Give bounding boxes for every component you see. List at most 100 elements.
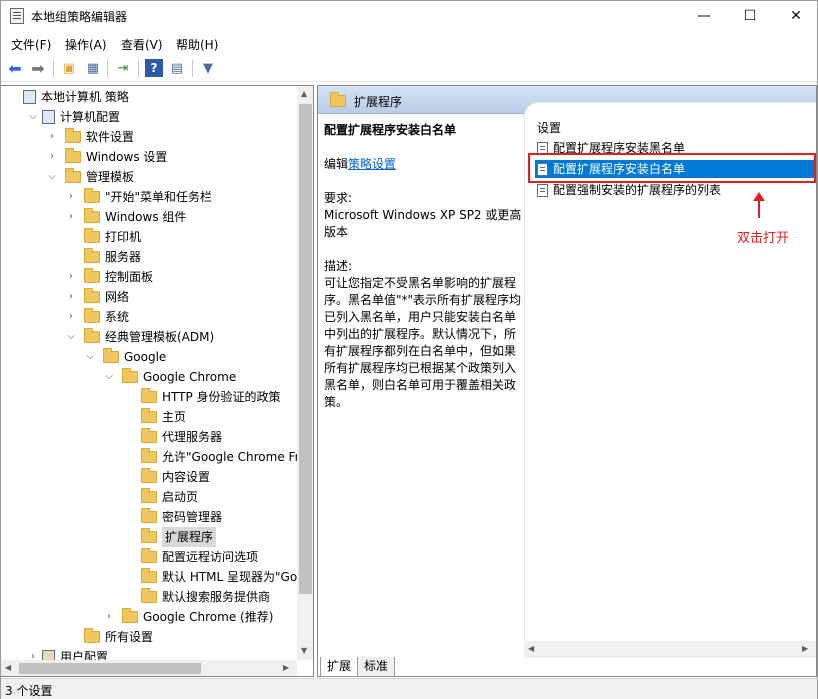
collapse-chevron-icon[interactable]: ⌵: [47, 167, 57, 187]
folder-icon: [141, 568, 157, 583]
list-item[interactable]: 配置强制安装的扩展程序的列表: [535, 181, 815, 199]
show-tree-icon[interactable]: ▦: [84, 59, 102, 77]
tree-item[interactable]: 主页: [1, 407, 297, 427]
folder-icon: [84, 268, 100, 283]
tree-item-label: HTTP 身份验证的政策: [162, 390, 281, 404]
tree-item[interactable]: 扩展程序: [1, 527, 297, 547]
menu-action[interactable]: 操作(A): [65, 36, 107, 53]
tab-extended[interactable]: 扩展: [320, 657, 359, 677]
status-text: 3 个设置: [5, 684, 53, 698]
folder-icon: [84, 308, 100, 323]
expand-chevron-icon[interactable]: ›: [104, 607, 114, 627]
tree-horizontal-scrollbar[interactable]: ◀ ▶: [1, 660, 297, 676]
tree-item[interactable]: 密码管理器: [1, 507, 297, 527]
menu-file[interactable]: 文件(F): [11, 36, 51, 53]
window-title: 本地组策略编辑器: [31, 10, 128, 24]
folder-icon: [330, 92, 346, 107]
up-folder-icon[interactable]: ▣: [60, 59, 78, 77]
list-item-label: 配置强制安装的扩展程序的列表: [553, 183, 722, 197]
scroll-up-icon[interactable]: ▲: [301, 89, 307, 98]
tree-item[interactable]: ⌵ 计算机配置: [1, 107, 297, 127]
folder-icon: [84, 328, 100, 343]
expand-chevron-icon[interactable]: ›: [66, 187, 76, 207]
menu-view[interactable]: 查看(V): [121, 36, 163, 53]
collapse-chevron-icon[interactable]: ⌵: [28, 107, 38, 127]
scroll-left-icon[interactable]: ◀: [5, 663, 11, 672]
tree-item[interactable]: ⌵ Google: [1, 347, 297, 367]
tree-item[interactable]: ⌵ 管理模板: [1, 167, 297, 187]
tab-standard[interactable]: 标准: [357, 657, 396, 677]
tree-item[interactable]: 默认搜索服务提供商: [1, 587, 297, 607]
scroll-right-icon[interactable]: ▶: [802, 644, 808, 653]
settings-list: 设置 配置扩展程序安装黑名单 配置扩展程序安装白名单 配置强制安装的扩展程序的列…: [524, 102, 816, 642]
tree-item[interactable]: › 系统: [1, 307, 297, 327]
tree-item[interactable]: HTTP 身份验证的政策: [1, 387, 297, 407]
tree-item[interactable]: › Windows 设置: [1, 147, 297, 167]
menu-help[interactable]: 帮助(H): [176, 36, 218, 53]
tree-item-label: Google Chrome: [143, 370, 237, 384]
tree-item[interactable]: 本地计算机 策略: [1, 87, 297, 107]
tree-item[interactable]: 配置远程访问选项: [1, 547, 297, 567]
collapse-chevron-icon[interactable]: ⌵: [66, 327, 76, 347]
tree-item[interactable]: ⌵ 经典管理模板(ADM): [1, 327, 297, 347]
expand-chevron-icon[interactable]: ›: [66, 207, 76, 227]
tree-item-label: 所有设置: [105, 630, 154, 644]
list-horizontal-scrollbar[interactable]: ◀ ▶: [524, 641, 816, 658]
folder-icon: [84, 628, 100, 643]
tree-item[interactable]: 服务器: [1, 247, 297, 267]
tree-item-label: "开始"菜单和任务栏: [105, 190, 213, 204]
settings-column-header[interactable]: 设置: [537, 119, 561, 136]
tree-item[interactable]: 打印机: [1, 227, 297, 247]
folder-icon: [141, 508, 157, 523]
collapse-chevron-icon[interactable]: ⌵: [85, 347, 95, 367]
tree-item-label: 允许"Google Chrome Fram: [162, 450, 314, 464]
export-list-icon[interactable]: ⇥: [114, 59, 132, 77]
status-bar: 3 个设置: [1, 678, 817, 699]
description-panel: 配置扩展程序安装白名单 编辑策略设置 要求: Microsoft Windows…: [324, 122, 524, 411]
tree-item[interactable]: 启动页: [1, 487, 297, 507]
tree-item[interactable]: 允许"Google Chrome Fram: [1, 447, 313, 467]
scroll-down-icon[interactable]: ▼: [301, 646, 307, 655]
back-icon[interactable]: ⬅: [6, 59, 24, 78]
scroll-right-icon[interactable]: ▶: [283, 663, 289, 672]
tree-item[interactable]: › Windows 组件: [1, 207, 297, 227]
tree-item[interactable]: 代理服务器: [1, 427, 297, 447]
tree-item-label: 软件设置: [86, 130, 135, 144]
tree-item[interactable]: ⌵ Google Chrome: [1, 367, 297, 387]
scrollbar-thumb[interactable]: [19, 663, 201, 674]
expand-chevron-icon[interactable]: ›: [47, 127, 57, 147]
tree-item[interactable]: › 软件设置: [1, 127, 297, 147]
expand-chevron-icon[interactable]: ›: [66, 287, 76, 307]
details-header-title: 扩展程序: [354, 95, 403, 109]
tree-item[interactable]: 内容设置: [1, 467, 297, 487]
tree-item[interactable]: › 控制面板: [1, 267, 297, 287]
maximize-button[interactable]: ☐: [727, 1, 773, 31]
expand-chevron-icon[interactable]: ›: [47, 147, 57, 167]
tree-item[interactable]: › 网络: [1, 287, 297, 307]
close-button[interactable]: ✕: [773, 1, 818, 31]
tree-item[interactable]: › Google Chrome (推荐): [1, 607, 297, 627]
tree-vertical-scrollbar[interactable]: ▲ ▼: [297, 86, 313, 660]
folder-icon: [141, 588, 157, 603]
folder-icon: [65, 148, 81, 163]
tree-item[interactable]: 所有设置: [1, 627, 297, 647]
expand-chevron-icon[interactable]: ›: [66, 267, 76, 287]
filter-icon[interactable]: ▼: [199, 59, 217, 77]
edit-policy-link[interactable]: 策略设置: [348, 157, 396, 171]
scroll-left-icon[interactable]: ◀: [528, 644, 534, 653]
tree-item[interactable]: › "开始"菜单和任务栏: [1, 187, 297, 207]
tree-item[interactable]: 默认 HTML 呈现器为"Goog: [1, 567, 312, 587]
properties-icon[interactable]: ▤: [168, 59, 186, 77]
scrollbar-thumb[interactable]: [299, 104, 312, 594]
minimize-button[interactable]: —: [681, 1, 727, 31]
help-icon[interactable]: ?: [145, 59, 163, 77]
expand-chevron-icon[interactable]: ›: [66, 307, 76, 327]
collapse-chevron-icon[interactable]: ⌵: [104, 367, 114, 387]
forward-icon[interactable]: ➡: [29, 59, 47, 78]
folder-icon: [84, 208, 100, 223]
annotation-text: 双击打开: [737, 231, 790, 246]
tree-item-label: Windows 设置: [86, 150, 168, 164]
tree-item-label: 主页: [162, 410, 187, 424]
tree-item-label: 控制面板: [105, 270, 154, 284]
folder-icon: [122, 368, 138, 383]
